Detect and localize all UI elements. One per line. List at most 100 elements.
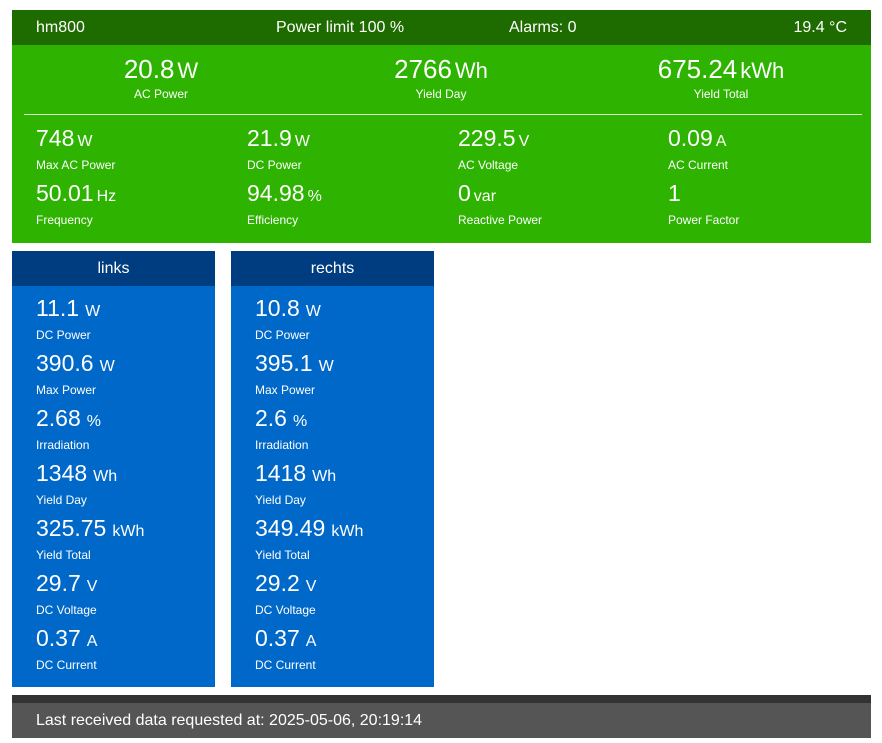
inverter-temperature: 19.4 °C	[793, 19, 847, 36]
status-footer: Last received data requested at: 2025-05…	[12, 695, 871, 738]
string-yield-day: 1418 Wh Yield Day	[255, 460, 336, 507]
metric-ac-voltage: 229.5 V AC Voltage	[458, 124, 658, 172]
field-unit: kWh	[331, 523, 364, 540]
metric-label: DC Power	[247, 158, 302, 172]
string-dc-power: 10.8 W DC Power	[255, 295, 321, 342]
field-unit: W	[99, 358, 115, 375]
string-dc-current: 0.37 A DC Current	[36, 625, 97, 672]
string-dc-voltage: 29.2 V DC Voltage	[255, 570, 316, 617]
metric-frequency: 50.01 Hz Frequency	[36, 179, 236, 227]
metric-label: Reactive Power	[458, 213, 543, 227]
field-value: 29.2	[255, 570, 300, 596]
metric-value: 675.24	[657, 54, 738, 84]
field-value: 2.6	[255, 405, 287, 431]
metric-label: Yield Day	[415, 87, 467, 101]
metric-label: Frequency	[36, 213, 93, 227]
string-panel-links: links 11.1 W DC Power 390.6 W Max Power 2.…	[12, 251, 215, 687]
string-yield-day: 1348 Wh Yield Day	[36, 460, 117, 507]
field-value: 1418	[255, 460, 307, 486]
metric-value: 94.98	[247, 180, 305, 206]
field-value: 349.49	[255, 515, 326, 541]
metric-reactive-power: 0 var Reactive Power	[458, 179, 658, 227]
metric-yield-total: 675.24 kWh Yield Total	[578, 53, 864, 101]
metric-label: AC Current	[668, 158, 729, 172]
metric-label: Power Factor	[668, 213, 740, 227]
metric-label: AC Power	[133, 87, 189, 101]
string-dc-current: 0.37 A DC Current	[255, 625, 316, 672]
field-label: Irradiation	[255, 438, 309, 452]
field-unit: Wh	[312, 468, 337, 485]
metric-value: 50.01	[36, 180, 94, 206]
metric-value: 229.5	[458, 125, 516, 151]
metric-unit: Wh	[454, 58, 488, 83]
inverter-panel: hm800 Power limit 100 % Alarms: 0 19.4 °…	[12, 10, 871, 243]
metric-efficiency: 94.98% Efficiency	[247, 179, 447, 227]
metric-label: Yield Total	[693, 87, 749, 101]
string-yield-total: 349.49 kWh Yield Total	[255, 515, 363, 562]
last-received-text: Last received data requested at: 2025-05…	[36, 712, 423, 729]
field-unit: %	[292, 413, 308, 430]
primary-metrics: 20.8 W AC Power 2766 Wh Yield Day 675.24 kW…	[12, 45, 871, 115]
metric-unit: kWh	[740, 58, 785, 83]
field-label: DC Power	[36, 328, 91, 342]
field-unit: A	[305, 633, 317, 650]
string-max-power: 395.1 W Max Power	[255, 350, 334, 397]
alarms-count: Alarms: 0	[509, 19, 577, 36]
field-unit: V	[86, 578, 98, 595]
field-unit: A	[86, 633, 98, 650]
metric-label: AC Voltage	[458, 158, 519, 172]
metric-max-ac-power: 748 W Max AC Power	[36, 124, 236, 172]
field-unit: %	[86, 413, 101, 430]
field-unit: kWh	[112, 523, 145, 540]
secondary-metrics: 748 W Max AC Power 21.9 W DC Power 229.5 V …	[12, 124, 871, 239]
power-limit: Power limit 100 %	[276, 19, 405, 36]
metric-power-factor: 1 Power Factor	[668, 179, 868, 227]
metric-value: 0	[458, 180, 471, 206]
field-unit: W	[318, 358, 334, 375]
metric-label: Max AC Power	[36, 158, 116, 172]
field-label: Yield Total	[36, 548, 91, 562]
field-label: DC Current	[255, 658, 316, 672]
field-label: DC Current	[36, 658, 97, 672]
metric-unit: %	[307, 188, 322, 205]
metric-unit: var	[473, 188, 497, 205]
field-value: 1348	[36, 460, 88, 486]
field-value: 0.37	[255, 625, 300, 651]
field-value: 395.1	[255, 350, 313, 376]
field-value: 2.68	[36, 405, 81, 431]
string-panel-rechts: rechts 10.8 W DC Power 395.1 W Max Power 2…	[231, 251, 434, 687]
string-irradiation: 2.6% Irradiation	[255, 405, 308, 452]
metric-value: 2766	[394, 54, 452, 84]
metric-unit: Hz	[96, 188, 117, 205]
field-label: DC Power	[255, 328, 310, 342]
metric-ac-power: 20.8 W AC Power	[18, 53, 304, 101]
string-title: links	[12, 251, 215, 286]
metric-value: 21.9	[247, 125, 292, 151]
metric-yield-day: 2766 Wh Yield Day	[298, 53, 584, 101]
metric-unit: W	[177, 58, 199, 83]
string-dc-voltage: 29.7 V DC Voltage	[36, 570, 97, 617]
inverter-name: hm800	[36, 19, 85, 36]
field-label: Yield Day	[36, 493, 87, 507]
field-label: Yield Total	[255, 548, 310, 562]
string-irradiation: 2.68% Irradiation	[36, 405, 101, 452]
metric-unit: W	[294, 133, 310, 150]
field-label: DC Voltage	[36, 603, 97, 617]
string-dc-power: 11.1 W DC Power	[36, 295, 100, 342]
field-label: DC Voltage	[255, 603, 316, 617]
metric-value: 20.8	[123, 54, 175, 84]
metric-label: Efficiency	[247, 213, 299, 227]
string-yield-total: 325.75 kWh Yield Total	[36, 515, 144, 562]
field-value: 29.7	[36, 570, 81, 596]
field-label: Max Power	[255, 383, 316, 397]
field-value: 10.8	[255, 295, 300, 321]
inverter-header: hm800 Power limit 100 % Alarms: 0 19.4 °…	[12, 10, 871, 45]
field-unit: Wh	[93, 468, 118, 485]
metric-unit: V	[518, 133, 530, 150]
field-label: Max Power	[36, 383, 97, 397]
field-unit: W	[305, 303, 321, 320]
metric-ac-current: 0.09 A AC Current	[668, 124, 868, 172]
field-value: 390.6	[36, 350, 94, 376]
metric-value: 0.09	[668, 125, 713, 151]
field-value: 11.1	[36, 295, 80, 321]
